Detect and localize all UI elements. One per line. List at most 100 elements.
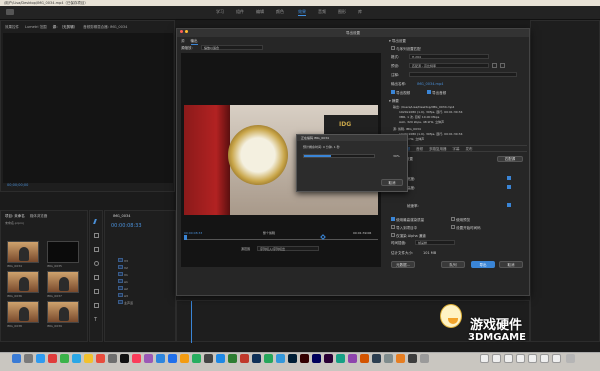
numbers-icon[interactable] (192, 354, 201, 363)
selection-tool-icon[interactable] (93, 219, 100, 224)
queue-button[interactable]: 队列 (441, 261, 465, 268)
settings-icon[interactable] (108, 354, 117, 363)
app-icon[interactable] (372, 354, 381, 363)
tab-multiplexer[interactable]: 多路复用器 (429, 146, 447, 151)
slip-icon[interactable] (94, 275, 99, 280)
photos-icon[interactable] (96, 354, 105, 363)
frame-rate-checkbox[interactable] (507, 203, 511, 207)
app-icon[interactable] (336, 354, 345, 363)
media-thumbnail[interactable] (7, 271, 39, 293)
terminal-icon[interactable] (204, 354, 213, 363)
home-icon[interactable] (6, 9, 14, 15)
document-icon[interactable] (492, 354, 501, 363)
finder-icon[interactable] (12, 354, 21, 363)
close-icon[interactable] (180, 30, 183, 33)
razor-icon[interactable] (94, 261, 99, 266)
save-preset-icon[interactable] (492, 63, 497, 68)
ripple-edit-icon[interactable] (94, 247, 99, 252)
playhead[interactable] (191, 301, 192, 343)
output-name-link[interactable]: IMG_0034.mp4 (417, 82, 443, 86)
safari-icon[interactable] (36, 354, 45, 363)
notes-icon[interactable] (84, 354, 93, 363)
launchpad-icon[interactable] (24, 354, 33, 363)
use-preview-checkbox[interactable] (451, 217, 455, 221)
type-tool-icon[interactable]: T (94, 317, 97, 323)
range-select[interactable]: 整个剪辑 (263, 231, 275, 235)
music-icon[interactable] (132, 354, 141, 363)
source-timecode[interactable]: 00;00;00;00 (7, 183, 28, 187)
export-audio-checkbox[interactable] (427, 90, 431, 94)
progress-cancel-button[interactable]: 取消 (381, 179, 403, 186)
tab-lumetri[interactable]: Lumetri 范围 (25, 25, 47, 30)
document-icon[interactable] (540, 354, 549, 363)
render-alpha-checkbox[interactable] (391, 233, 395, 237)
powerpoint-icon[interactable] (240, 354, 249, 363)
nav-item-color[interactable]: 颜色 (276, 9, 284, 15)
wechat-icon[interactable] (252, 354, 261, 363)
source-scale-select[interactable]: 缩放以适合 (201, 45, 263, 50)
format-select[interactable]: H.264 (409, 54, 489, 59)
import-preset-icon[interactable] (500, 63, 505, 68)
nav-item-audio[interactable]: 音频 (318, 9, 326, 15)
max-quality-checkbox[interactable] (391, 217, 395, 221)
app-icon[interactable] (408, 354, 417, 363)
tab-source[interactable]: 源：（无剪辑） (53, 25, 78, 30)
app-icon[interactable] (348, 354, 357, 363)
document-icon[interactable] (516, 354, 525, 363)
mail-icon[interactable] (72, 354, 81, 363)
messages-icon[interactable] (60, 354, 69, 363)
width-checkbox[interactable] (507, 176, 511, 180)
premiere-icon[interactable] (324, 354, 333, 363)
app-icon[interactable] (384, 354, 393, 363)
tab-publish[interactable]: 发布 (466, 146, 473, 151)
tab-audio-mixer[interactable]: 音频剪辑混合器: IMG_0034 (83, 25, 127, 30)
app-icon[interactable] (360, 354, 369, 363)
qq-icon[interactable] (264, 354, 273, 363)
document-icon[interactable] (504, 354, 513, 363)
media-thumbnail[interactable] (47, 271, 79, 293)
word-icon[interactable] (216, 354, 225, 363)
app-icon[interactable] (420, 354, 429, 363)
app-store-icon[interactable] (156, 354, 165, 363)
export-button[interactable]: 导出 (471, 261, 495, 268)
after-effects-icon[interactable] (312, 354, 321, 363)
match-sequence-checkbox[interactable] (391, 46, 395, 50)
tv-icon[interactable] (120, 354, 129, 363)
height-checkbox[interactable] (507, 185, 511, 189)
preset-select[interactable]: 匹配源 - 高比特率 (409, 63, 489, 68)
media-thumbnail[interactable] (7, 241, 39, 263)
media-thumbnail[interactable] (47, 241, 79, 263)
minimize-icon[interactable] (185, 30, 188, 33)
comment-input[interactable] (409, 72, 517, 77)
tab-source[interactable]: 源 (181, 39, 185, 45)
app-icon[interactable] (396, 354, 405, 363)
set-start-checkbox[interactable] (451, 225, 455, 229)
scrubber-in-handle[interactable] (184, 235, 187, 240)
media-thumbnail[interactable] (47, 301, 79, 323)
photoshop-icon[interactable] (288, 354, 297, 363)
nav-item-editing[interactable]: 编辑 (256, 9, 264, 15)
interpolation-select[interactable]: 帧采样 (415, 240, 455, 245)
tab-audio[interactable]: 音频 (416, 146, 423, 151)
tab-timeline[interactable]: IMG_0034 (113, 214, 130, 218)
document-icon[interactable] (480, 354, 489, 363)
nav-item-learn[interactable]: 学习 (216, 9, 224, 15)
pages-icon[interactable] (180, 354, 189, 363)
browser-icon[interactable] (276, 354, 285, 363)
document-icon[interactable] (552, 354, 561, 363)
tab-media-browser[interactable]: 媒体浏览器 (30, 214, 48, 219)
import-project-checkbox[interactable] (391, 225, 395, 229)
nav-item-effects[interactable]: 效果 (298, 9, 306, 16)
media-thumbnail[interactable] (7, 301, 39, 323)
keynote-icon[interactable] (168, 354, 177, 363)
tab-project[interactable]: 项目: 未命名 (5, 214, 25, 219)
timeline-timecode[interactable]: 00:00:08:33 (111, 223, 142, 229)
tab-effect-controls[interactable]: 效果控件 (5, 25, 19, 30)
cancel-button[interactable]: 取消 (499, 261, 523, 268)
match-source-button[interactable]: 匹配源 (497, 156, 523, 162)
tab-output[interactable]: 输出 (190, 39, 198, 45)
range-select[interactable]: 序列切入/序列切出 (257, 246, 319, 251)
document-icon[interactable] (528, 354, 537, 363)
pen-icon[interactable] (94, 289, 99, 294)
hand-icon[interactable] (94, 303, 99, 308)
